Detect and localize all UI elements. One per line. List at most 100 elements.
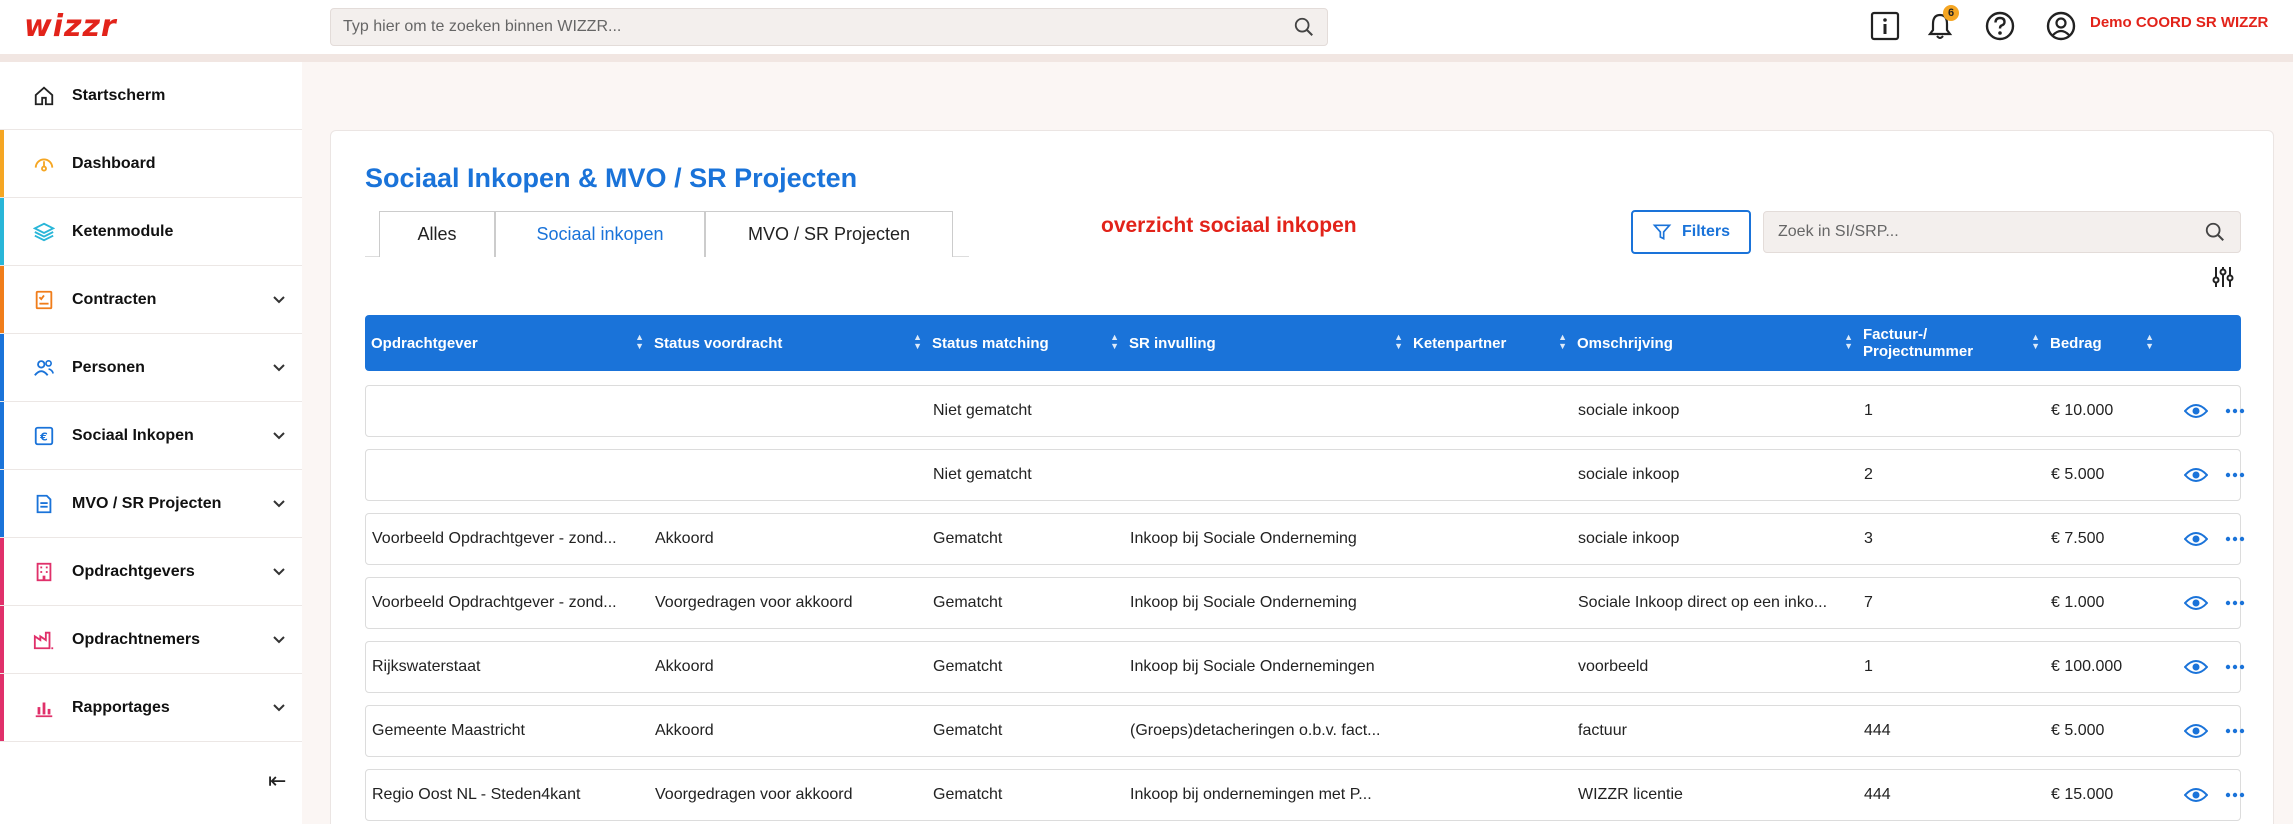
sort-icon[interactable]: ▲ ▼ [1844,333,1853,351]
view-eye-icon[interactable] [2183,591,2209,615]
view-eye-icon[interactable] [2183,655,2209,679]
tab-alles[interactable]: Alles [379,211,495,257]
column-header-label: Status voordracht [654,334,783,352]
view-eye-icon[interactable] [2183,399,2209,423]
cell-status-voordracht: Akkoord [655,530,714,547]
more-actions-icon[interactable] [2222,399,2248,423]
sort-icon[interactable]: ▲ ▼ [1558,333,1567,351]
sidebar-item-rapportages[interactable]: Rapportages [0,674,302,742]
column-header-opdrachtgever[interactable]: Opdrachtgever ▲ ▼ [365,315,648,371]
app-logo[interactable]: wizzr [24,9,117,44]
document-icon [32,492,56,516]
cell-opdrachtgever: Voorbeeld Opdrachtgever - zond... [372,530,617,547]
table-row[interactable]: Rijkswaterstaat Akkoord Gematcht Inkoop bij… [365,641,2245,693]
cell-sr-invulling [1124,386,1408,436]
building-icon [32,560,56,584]
sort-icon[interactable]: ▲ ▼ [2145,333,2154,351]
column-header-label: SR invulling [1129,334,1216,352]
notification-count-badge: 6 [1943,5,1959,21]
cell-opdrachtgever: Regio Oost NL - Steden4kant [372,786,581,803]
sort-icon[interactable]: ▲ ▼ [2031,333,2040,351]
tab-sociaal-inkopen[interactable]: Sociaal inkopen [495,211,705,257]
sort-icon[interactable]: ▲ ▼ [1394,333,1403,351]
cell-status-voordracht [649,386,927,436]
sidebar-item-startscherm[interactable]: Startscherm [0,62,302,130]
table-row[interactable]: Voorbeeld Opdrachtgever - zond... Voorged… [365,577,2245,629]
cell-status-matching: Gematcht [933,530,1003,547]
column-header-factuur-projectnummer[interactable]: Factuur-/ Projectnummer ▲ ▼ [1857,315,2044,371]
column-header-status-voordracht[interactable]: Status voordracht ▲ ▼ [648,315,926,371]
chevron-down-icon [272,360,292,376]
filters-button[interactable]: Filters [1631,210,1751,254]
sidebar-item-accent [0,62,4,129]
cell-ketenpartner [1408,706,1572,756]
cell-sr-invulling: Inkoop bij Sociale Onderneming [1130,530,1357,547]
sidebar-item-sociaal-inkopen[interactable]: € Sociaal Inkopen [0,402,302,470]
table-row[interactable]: Niet gematcht sociale inkoop 2 € 5.000 [365,449,2245,501]
cell-ketenpartner [1408,450,1572,500]
sidebar-item-accent [0,674,4,741]
cell-ketenpartner [1408,642,1572,692]
cell-opdrachtgever [366,386,649,436]
column-header-omschrijving[interactable]: Omschrijving ▲ ▼ [1571,315,1857,371]
sidebar-item-ketenmodule[interactable]: Ketenmodule [0,198,302,266]
search-icon[interactable] [2204,221,2226,243]
more-actions-icon[interactable] [2222,463,2248,487]
cell-status-voordracht: Voorgedragen voor akkoord [655,786,853,803]
sidebar-item-mvo-sr-projecten[interactable]: MVO / SR Projecten [0,470,302,538]
sidebar-item-dashboard[interactable]: Dashboard [0,130,302,198]
contract-icon [32,288,56,312]
view-eye-icon[interactable] [2183,719,2209,743]
column-header-bedrag[interactable]: Bedrag ▲ ▼ [2044,315,2158,371]
sort-icon[interactable]: ▲ ▼ [1110,333,1119,351]
sidebar-item-label: Opdrachtnemers [72,630,201,648]
column-header-status-matching[interactable]: Status matching ▲ ▼ [926,315,1123,371]
info-icon[interactable] [1868,9,1902,43]
cell-opdrachtgever: Rijkswaterstaat [372,658,481,675]
si-search-input[interactable]: Zoek in SI/SRP... [1763,211,2241,253]
column-settings-icon[interactable] [2211,265,2235,289]
cell-omschrijving: sociale inkoop [1578,530,1680,547]
global-search-input[interactable]: Typ hier om te zoeken binnen WIZZR... [330,8,1328,46]
sort-icon[interactable]: ▲ ▼ [913,333,922,351]
view-eye-icon[interactable] [2183,783,2209,807]
more-actions-icon[interactable] [2222,719,2248,743]
notifications-bell-icon[interactable]: 6 [1923,5,1959,43]
user-name[interactable]: Demo COORD SR WIZZR [2090,14,2268,31]
more-actions-icon[interactable] [2222,591,2248,615]
table-row[interactable]: Gemeente Maastricht Akkoord Gematcht (Groep… [365,705,2245,757]
column-header-sr-invulling[interactable]: SR invulling ▲ ▼ [1123,315,1407,371]
sidebar-item-contracten[interactable]: Contracten [0,266,302,334]
more-actions-icon[interactable] [2222,655,2248,679]
user-account-icon[interactable] [2044,9,2078,43]
column-header-label: Bedrag [2050,334,2102,352]
sidebar-item-personen[interactable]: Personen [0,334,302,402]
search-icon[interactable] [1293,16,1315,38]
view-eye-icon[interactable] [2183,527,2209,551]
sort-icon[interactable]: ▲ ▼ [635,333,644,351]
view-eye-icon[interactable] [2183,463,2209,487]
svg-text:€: € [39,430,48,443]
overview-note: overzicht sociaal inkopen [1101,214,1357,237]
cell-ketenpartner [1408,514,1572,564]
help-icon[interactable] [1983,9,2017,43]
cell-bedrag: € 5.000 [2051,466,2105,483]
cell-factuur-projectnummer: 2 [1864,466,1873,483]
cell-omschrijving: sociale inkoop [1578,466,1680,483]
more-actions-icon[interactable] [2222,783,2248,807]
sidebar-item-accent [0,334,4,401]
table-row[interactable]: Niet gematcht sociale inkoop 1 € 10.000 [365,385,2245,437]
table-row[interactable]: Regio Oost NL - Steden4kant Voorgedragen … [365,769,2245,821]
sidebar-item-opdrachtgevers[interactable]: Opdrachtgevers [0,538,302,606]
table-row[interactable]: Voorbeeld Opdrachtgever - zond... Akkoord… [365,513,2245,565]
tab-mvo-sr-projecten[interactable]: MVO / SR Projecten [705,211,953,257]
cell-status-matching: Gematcht [933,658,1003,675]
column-header-label: Omschrijving [1577,334,1673,352]
main-card: Sociaal Inkopen & MVO / SR Projecten All… [330,130,2274,824]
more-actions-icon[interactable] [2222,527,2248,551]
column-header-ketenpartner[interactable]: Ketenpartner ▲ ▼ [1407,315,1571,371]
sidebar-item-opdrachtnemers[interactable]: Opdrachtnemers [0,606,302,674]
chevron-down-icon [272,564,292,580]
collapse-sidebar-icon[interactable]: ⇤ [268,768,286,794]
top-divider [0,54,2293,62]
